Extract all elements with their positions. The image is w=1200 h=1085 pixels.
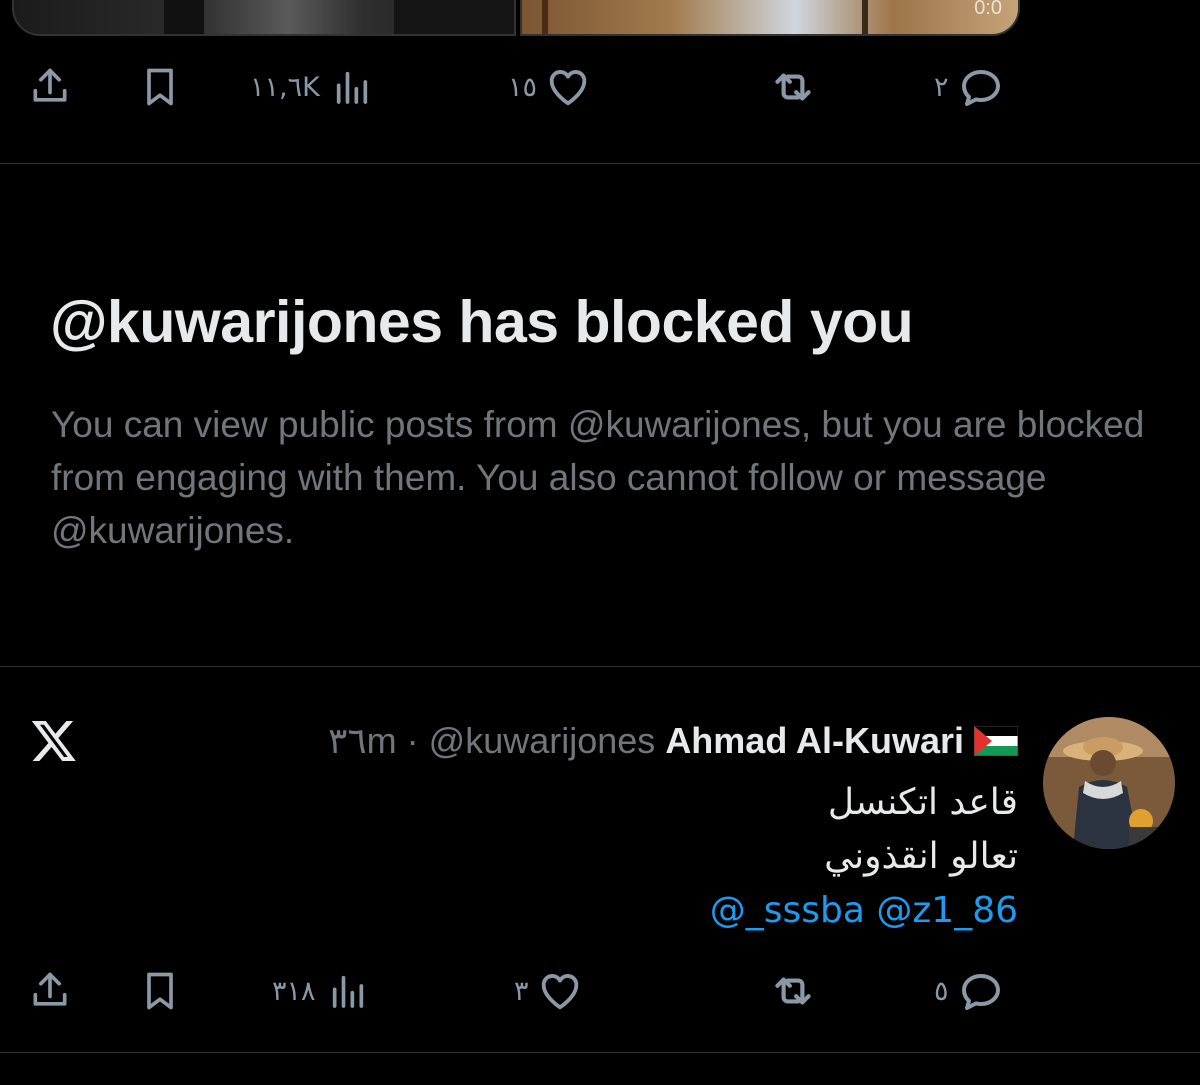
like-count: ١٥ bbox=[508, 71, 538, 103]
divider bbox=[0, 666, 1200, 667]
tweet-body: قاعد اتكنسل تعالو انقذوني @_sssba @z1_86 bbox=[710, 776, 1018, 938]
bookmark-button[interactable] bbox=[138, 62, 182, 112]
repost-button[interactable] bbox=[760, 62, 818, 112]
analytics-icon bbox=[336, 71, 367, 104]
bookmark-icon bbox=[147, 68, 173, 106]
reply-button[interactable]: ٥ bbox=[934, 966, 1005, 1016]
previous-post-action-bar: ١١,٦K ١٥ ٢ bbox=[0, 62, 1200, 112]
media-thumbnail-left[interactable] bbox=[12, 0, 516, 36]
tweet-header: ٣٦m · @kuwarijones Ahmad Al-Kuwari bbox=[328, 716, 1018, 766]
heart-icon bbox=[541, 974, 578, 1010]
share-icon bbox=[33, 972, 67, 1006]
meta-separator: · bbox=[406, 720, 419, 761]
blocked-description: You can view public posts from @kuwarijo… bbox=[51, 404, 1145, 551]
blocked-title: @kuwarijones has blocked you bbox=[50, 289, 914, 355]
author-handle[interactable]: @kuwarijones bbox=[429, 720, 656, 762]
media-dark-stripe bbox=[394, 0, 514, 34]
share-button[interactable] bbox=[28, 966, 72, 1016]
previous-post-media: 0:0 bbox=[0, 0, 1200, 36]
views-count: ٣١٨ bbox=[272, 975, 316, 1007]
reply-icon bbox=[961, 70, 1000, 106]
like-button[interactable]: ١٥ bbox=[508, 62, 591, 112]
media-thumbnail-right[interactable]: 0:0 bbox=[520, 0, 1020, 36]
share-button[interactable] bbox=[28, 62, 72, 112]
tweet-text-line: قاعد اتكنسل bbox=[827, 782, 1018, 823]
media-dark-stripe bbox=[164, 0, 204, 34]
heart-icon bbox=[549, 70, 587, 106]
palestine-flag-icon bbox=[974, 726, 1018, 756]
analytics-icon bbox=[332, 975, 363, 1008]
reply-icon bbox=[961, 974, 1000, 1010]
views-button[interactable]: ١١,٦K bbox=[250, 62, 372, 112]
avatar-photo bbox=[1043, 717, 1175, 849]
divider bbox=[0, 1052, 1200, 1053]
bookmark-button[interactable] bbox=[138, 966, 182, 1016]
timeline-page: 0:0 ١١,٦K ١٥ ٢ @kuwarijones has blocked … bbox=[0, 0, 1200, 1085]
media-rack-stripe bbox=[862, 0, 868, 34]
media-duration-text: 0:0 bbox=[974, 0, 1002, 19]
tweet-mentions-link[interactable]: @_sssba @z1_86 bbox=[710, 884, 1018, 938]
x-logo-icon[interactable] bbox=[30, 716, 78, 769]
share-icon bbox=[33, 68, 67, 102]
like-count: ٣ bbox=[514, 975, 529, 1007]
like-button[interactable]: ٣ bbox=[514, 966, 583, 1016]
bookmark-icon bbox=[147, 972, 173, 1010]
repost-button[interactable] bbox=[760, 966, 818, 1016]
author-avatar[interactable] bbox=[1043, 717, 1175, 849]
reply-count: ٥ bbox=[934, 975, 949, 1007]
views-button[interactable]: ٣١٨ bbox=[272, 966, 368, 1016]
repost-icon bbox=[775, 977, 811, 1005]
divider bbox=[0, 163, 1200, 164]
repost-icon bbox=[775, 73, 811, 101]
tweet-action-bar: ٣١٨ ٣ ٥ bbox=[0, 966, 1200, 1016]
reply-button[interactable]: ٢ bbox=[934, 62, 1005, 112]
author-name[interactable]: Ahmad Al-Kuwari bbox=[665, 720, 964, 762]
media-rack-stripe bbox=[542, 0, 548, 34]
tweet-time[interactable]: ٣٦m bbox=[328, 720, 397, 762]
tweet-text-line: تعالو انقذوني bbox=[824, 836, 1018, 877]
views-count: ١١,٦K bbox=[250, 71, 320, 103]
reply-count: ٢ bbox=[934, 71, 949, 103]
